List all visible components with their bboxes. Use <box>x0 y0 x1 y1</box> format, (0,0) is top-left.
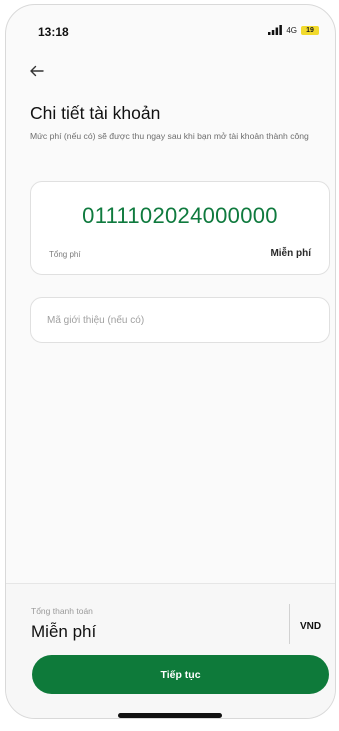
battery-icon: 19 <box>301 25 319 35</box>
account-card: 0111102024000000 Tổng phí Miễn phí <box>30 181 330 275</box>
status-bar: 13:18 4G 19 <box>6 5 335 59</box>
phone-frame: 13:18 4G 19 Chi tiết tài khoản Mức phí (… <box>5 4 336 719</box>
total-value: Miễn phí <box>31 622 97 641</box>
referral-code-input[interactable] <box>30 297 330 343</box>
status-indicators: 4G 19 <box>268 25 319 35</box>
arrow-left-icon[interactable] <box>28 62 46 80</box>
status-time: 13:18 <box>38 25 69 39</box>
network-label: 4G <box>286 25 297 35</box>
fee-label: Tổng phí <box>49 250 81 259</box>
page-subtitle: Mức phí (nếu có) sẽ được thu ngay sau kh… <box>30 131 309 141</box>
divider <box>289 604 290 644</box>
home-indicator <box>118 713 222 718</box>
total-label: Tổng thanh toán <box>31 606 93 616</box>
page-title: Chi tiết tài khoản <box>30 103 161 123</box>
signal-icon <box>268 25 283 35</box>
continue-button[interactable]: Tiếp tục <box>32 655 329 694</box>
fee-value: Miễn phí <box>270 248 311 259</box>
account-number: 0111102024000000 <box>82 203 278 228</box>
payment-summary-footer: Tổng thanh toán Miễn phí VND Tiếp tục <box>6 583 335 718</box>
currency-label: VND <box>300 621 322 632</box>
